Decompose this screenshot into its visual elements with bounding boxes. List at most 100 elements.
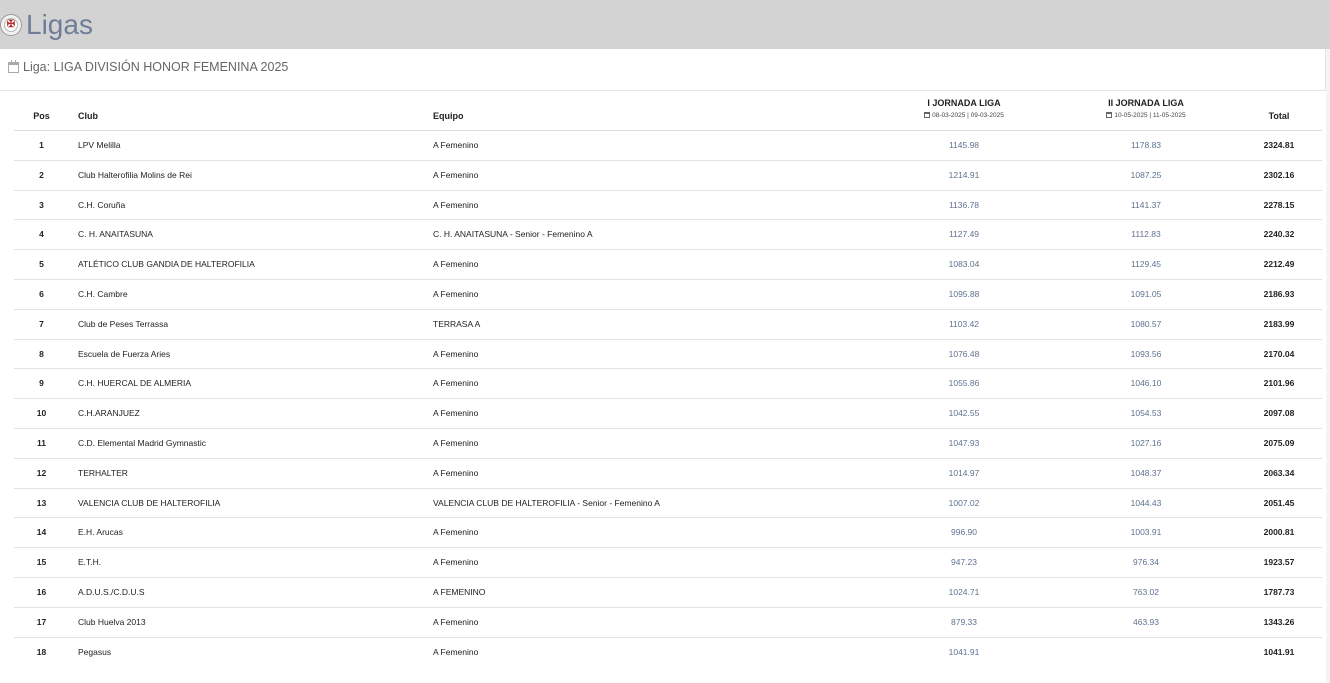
- cell-total: 2324.81: [1263, 140, 1295, 150]
- jornada-2-dates: 10-05-2025 | 11-05-2025: [1114, 112, 1186, 119]
- cell-team: A Femenino: [433, 408, 479, 419]
- cell-jornada-1: 1136.78: [948, 199, 980, 210]
- cell-jornada-1: 1042.55: [948, 408, 980, 419]
- cell-jornada-1: 1214.91: [948, 169, 980, 180]
- table-row[interactable]: 5 ATLÉTICO CLUB GANDIA DE HALTEROFILIA A F…: [14, 250, 1322, 280]
- cell-total: 2170.04: [1263, 348, 1295, 359]
- cell-pos: 4: [39, 229, 44, 240]
- table-row[interactable]: 12 TERHALTER A Femenino 1014.97 1048.37 2063.…: [14, 459, 1322, 489]
- cell-team: A Femenino: [433, 527, 479, 538]
- col-header-jornada-1-dates: 08-03-2025 | 09-03-2025: [884, 112, 1044, 120]
- cell-jornada-1: 1145.98: [948, 140, 980, 150]
- cell-jornada-1: 1095.88: [948, 288, 980, 299]
- top-header-bar: ✠ Ligas: [0, 0, 1330, 49]
- cell-club: Pegasus: [78, 646, 112, 657]
- logo-mark: ✠: [6, 19, 16, 30]
- cell-team: A Femenino: [433, 437, 479, 448]
- table-row[interactable]: 8 Escuela de Fuerza Aries A Femenino 1076.4…: [14, 340, 1322, 370]
- liga-label[interactable]: Liga: LIGA DIVISIÓN HONOR FEMENINA 2025: [23, 60, 288, 75]
- table-row[interactable]: 9 C.H. HUERCAL DE ALMERIA A Femenino 1055.8…: [14, 369, 1322, 400]
- cell-pos: 18: [36, 646, 47, 657]
- table-row[interactable]: 17 Club Huelva 2013 A Femenino 879.33 463.93…: [14, 608, 1322, 638]
- table-row[interactable]: 14 E.H. Arucas A Femenino 996.90 1003.91 2000…: [14, 518, 1322, 549]
- cell-total: 2051.45: [1263, 497, 1295, 508]
- table-row[interactable]: 3 C.H. Coruña A Femenino 1136.78 1141.37 2278…: [14, 191, 1322, 221]
- table-row[interactable]: 1 LPV Melilla A Femenino 1145.98 1178.83 2324…: [14, 131, 1322, 161]
- cell-team: A Femenino: [433, 348, 479, 359]
- cell-team: A Femenino: [433, 199, 479, 210]
- cell-jornada-1: 1076.48: [948, 348, 980, 359]
- cell-jornada-2: 976.34: [1133, 557, 1159, 568]
- cell-club: C.H. Coruña: [78, 199, 126, 210]
- table-row[interactable]: 18 Pegasus A Femenino 1041.91 1041.91: [14, 638, 1322, 668]
- cell-total: 2000.81: [1263, 527, 1295, 538]
- cell-jornada-2: 1141.37: [1130, 199, 1162, 210]
- table-row[interactable]: 4 C. H. ANAITASUNA C. H. ANAITASUNA - Seni…: [14, 220, 1322, 251]
- cell-jornada-2: 1044.43: [1130, 497, 1162, 508]
- table-body: 1 LPV Melilla A Femenino 1145.98 1178.83 2324…: [14, 131, 1322, 667]
- cell-club: C.H.ARANJUEZ: [78, 408, 140, 419]
- cell-club: C.H. Cambre: [78, 288, 128, 299]
- table-row[interactable]: 16 A.D.U.S./C.D.U.S A FEMENINO 1024.71 763.0…: [14, 578, 1322, 608]
- cell-total: 1041.91: [1263, 646, 1295, 657]
- cell-jornada-2: 1080.57: [1130, 318, 1162, 329]
- cell-team: A Femenino: [433, 169, 479, 180]
- cell-jornada-1: 1024.71: [948, 586, 980, 597]
- cell-total: 2101.96: [1263, 378, 1295, 389]
- cell-jornada-2: 1093.56: [1130, 348, 1162, 359]
- cell-jornada-1: 1055.86: [948, 378, 980, 389]
- cell-jornada-2: 1003.91: [1130, 527, 1162, 538]
- cell-pos: 12: [36, 467, 47, 478]
- cell-jornada-1: 1007.02: [948, 497, 980, 508]
- cell-total: 1787.73: [1263, 586, 1295, 597]
- cell-jornada-2: 1129.45: [1130, 259, 1162, 270]
- cell-jornada-2: 1027.16: [1130, 437, 1162, 448]
- table-row[interactable]: 11 C.D. Elemental Madrid Gymnastic A Femen…: [14, 429, 1322, 459]
- cell-jornada-1: 1041.91: [948, 646, 980, 657]
- cell-team: A FEMENINO: [433, 586, 486, 597]
- federation-logo-icon: ✠: [0, 14, 22, 36]
- table-row[interactable]: 2 Club Halterofilia Molins de Rei A Femeni…: [14, 161, 1322, 191]
- col-header-total: Total: [1268, 111, 1290, 121]
- cell-club: Club de Peses Terrassa: [78, 318, 169, 329]
- cell-club: C.D. Elemental Madrid Gymnastic: [78, 437, 207, 448]
- cell-club: Club Halterofilia Molins de Rei: [78, 169, 192, 180]
- table-row[interactable]: 13 VALENCIA CLUB DE HALTEROFILIA VALENCIA …: [14, 489, 1322, 519]
- cell-jornada-1: 1103.42: [948, 318, 980, 329]
- cell-jornada-1: 1127.49: [948, 229, 980, 240]
- cell-total: 2302.16: [1263, 169, 1295, 180]
- cell-pos: 7: [39, 318, 44, 329]
- cell-jornada-2: 763.02: [1133, 586, 1159, 597]
- calendar-icon: [8, 60, 19, 73]
- liga-selector-bar: Liga: LIGA DIVISIÓN HONOR FEMENINA 2025: [0, 49, 1326, 91]
- cell-total: 2278.15: [1263, 199, 1295, 210]
- cell-club: E.T.H.: [78, 557, 102, 568]
- cell-club: ATLÉTICO CLUB GANDIA DE HALTEROFILIA: [78, 259, 255, 270]
- cell-pos: 17: [36, 616, 47, 627]
- cell-total: 1343.26: [1263, 616, 1295, 627]
- cell-jornada-1: 1014.97: [948, 467, 980, 478]
- cell-club: E.H. Arucas: [78, 527, 123, 538]
- col-header-jornada-2-dates: 10-05-2025 | 11-05-2025: [1066, 112, 1226, 120]
- cell-pos: 15: [36, 557, 47, 568]
- col-header-jornada-1: I JORNADA LIGA: [927, 98, 1001, 108]
- cell-jornada-1: 1047.93: [948, 437, 980, 448]
- scrollbar-track[interactable]: [1326, 49, 1330, 683]
- cell-club: VALENCIA CLUB DE HALTEROFILIA: [78, 497, 221, 508]
- cell-total: 2063.34: [1263, 467, 1295, 478]
- table-row[interactable]: 7 Club de Peses Terrassa TERRASA A 1103.42 1…: [14, 310, 1322, 340]
- table-row[interactable]: 6 C.H. Cambre A Femenino 1095.88 1091.05 2186…: [14, 280, 1322, 310]
- standings-table: Pos Club Equipo I JORNADA LIGA 08-03-202…: [14, 96, 1322, 667]
- cell-club: Club Huelva 2013: [78, 616, 146, 627]
- cell-jornada-2: 1091.05: [1130, 288, 1162, 299]
- table-row[interactable]: 15 E.T.H. A Femenino 947.23 976.34 1923.57: [14, 548, 1322, 578]
- cell-total: 2183.99: [1263, 318, 1295, 329]
- cell-team: TERRASA A: [433, 318, 481, 329]
- cell-team: C. H. ANAITASUNA - Senior - Femenino A: [433, 229, 593, 240]
- cell-team: A Femenino: [433, 557, 479, 568]
- cell-pos: 9: [39, 378, 44, 389]
- cell-total: 2075.09: [1263, 437, 1295, 448]
- table-row[interactable]: 10 C.H.ARANJUEZ A Femenino 1042.55 1054.53 20…: [14, 399, 1322, 429]
- cell-jornada-2: 1112.83: [1131, 229, 1161, 240]
- cell-pos: 1: [39, 140, 44, 150]
